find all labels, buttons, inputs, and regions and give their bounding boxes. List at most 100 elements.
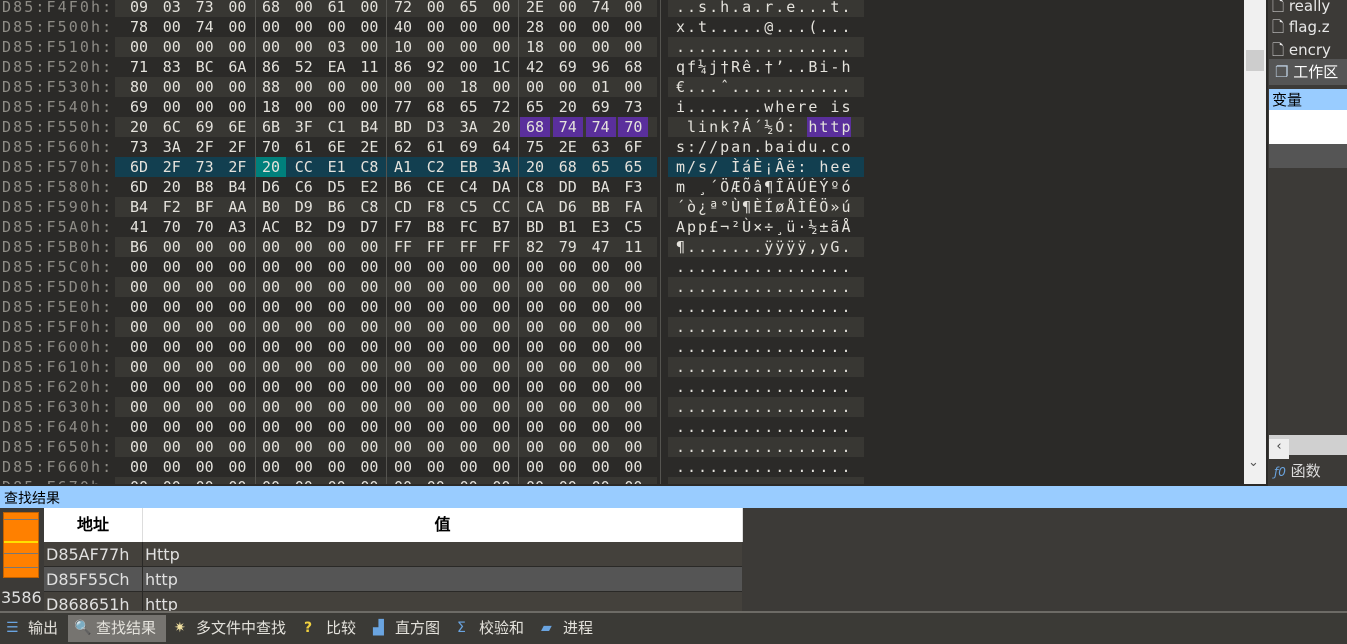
hex-byte[interactable]: 00 (553, 477, 583, 484)
hex-byte[interactable]: 00 (222, 377, 252, 397)
hex-byte[interactable]: 00 (322, 477, 352, 484)
hex-byte[interactable]: 00 (289, 397, 319, 417)
hex-byte[interactable]: B8 (190, 177, 220, 197)
hex-byte[interactable]: 2F (157, 157, 187, 177)
hex-byte[interactable]: 00 (586, 317, 616, 337)
hex-byte[interactable]: 65 (454, 0, 484, 17)
hex-byte[interactable]: 62 (388, 137, 418, 157)
hex-row[interactable]: D85:F510h: 00 00 00 00 00 00 03 00 10 00 00 00 18 00 00… (0, 37, 866, 57)
hex-byte[interactable]: 3A (157, 137, 187, 157)
hex-byte[interactable]: C5 (618, 217, 648, 237)
hex-row[interactable]: D85:F610h: 00 00 00 00 00 00 00 00 00 00 00 00 00 00 00… (0, 357, 866, 377)
hex-byte[interactable]: 80 (124, 77, 154, 97)
hex-byte[interactable]: 00 (486, 457, 516, 477)
hex-byte[interactable]: 00 (157, 257, 187, 277)
hex-byte[interactable]: 18 (454, 77, 484, 97)
hex-byte[interactable]: 00 (289, 237, 319, 257)
hex-byte[interactable]: 00 (124, 457, 154, 477)
hex-row[interactable]: D85:F4F0h: 09 03 73 00 68 00 61 00 72 00 65 00 2E 00 74… (0, 0, 866, 17)
hex-byte[interactable]: 00 (618, 297, 648, 317)
hex-byte[interactable]: 40 (388, 17, 418, 37)
hex-byte[interactable]: 00 (586, 297, 616, 317)
ascii-text[interactable]: ´ò¿ª°Ù¶ÈÍøÅÌÊÖ»ú (676, 197, 853, 217)
hex-byte[interactable]: 00 (289, 277, 319, 297)
hex-byte[interactable]: B4 (354, 117, 384, 137)
hex-byte[interactable]: 63 (586, 137, 616, 157)
hex-byte[interactable]: 00 (618, 277, 648, 297)
hex-byte[interactable]: 78 (124, 17, 154, 37)
hex-row[interactable]: D85:F5E0h: 00 00 00 00 00 00 00 00 00 00 00 00 00 00 00… (0, 297, 866, 317)
hex-byte[interactable]: DA (486, 177, 516, 197)
hex-byte[interactable]: 00 (157, 397, 187, 417)
hex-byte[interactable]: 00 (421, 337, 451, 357)
hex-editor-view[interactable]: D85:F4F0h: 09 03 73 00 68 00 61 00 72 00 65 00 2E 00 74… (0, 0, 1244, 484)
hex-byte[interactable]: 00 (289, 297, 319, 317)
hex-byte[interactable]: 86 (256, 57, 286, 77)
hex-byte[interactable]: 00 (157, 317, 187, 337)
hex-byte[interactable]: 00 (421, 77, 451, 97)
hex-byte[interactable]: 00 (421, 37, 451, 57)
hex-byte[interactable]: 00 (157, 417, 187, 437)
hex-byte[interactable]: 00 (454, 337, 484, 357)
hex-byte[interactable]: 00 (157, 97, 187, 117)
ascii-text[interactable]: ..s.h.a.r.e...t. (676, 0, 853, 17)
hex-byte[interactable]: 00 (454, 477, 484, 484)
hex-byte[interactable]: 00 (157, 277, 187, 297)
hex-byte[interactable]: 00 (618, 357, 648, 377)
hex-byte[interactable]: 72 (388, 0, 418, 17)
hex-byte[interactable]: 00 (421, 277, 451, 297)
hex-byte[interactable]: 00 (190, 297, 220, 317)
hex-byte[interactable]: 00 (190, 437, 220, 457)
hex-row[interactable]: D85:F5A0h: 41 70 70 A3 AC B2 D9 D7 F7 B8 FC B7 BD B1 E3… (0, 217, 866, 237)
hex-byte[interactable]: 00 (222, 0, 252, 17)
hex-byte[interactable]: B6 (124, 237, 154, 257)
hex-row[interactable]: D85:F670h:000000000000000000000000000000… (0, 477, 866, 484)
hex-byte[interactable]: 00 (190, 237, 220, 257)
hex-byte[interactable]: 00 (618, 317, 648, 337)
hex-byte[interactable]: 00 (289, 257, 319, 277)
hex-byte[interactable]: 00 (222, 417, 252, 437)
hex-byte[interactable]: 6D (124, 177, 154, 197)
hex-byte[interactable]: 00 (520, 457, 550, 477)
hex-byte[interactable]: 00 (454, 57, 484, 77)
hex-byte[interactable]: 00 (586, 337, 616, 357)
hex-byte[interactable]: 00 (222, 37, 252, 57)
hex-byte[interactable]: 00 (454, 437, 484, 457)
ascii-text[interactable]: ................ (676, 337, 853, 357)
hex-byte[interactable]: 00 (322, 377, 352, 397)
hex-byte[interactable]: 00 (618, 417, 648, 437)
functions-tab[interactable]: ƒ0 函数 (1268, 458, 1328, 484)
hex-byte[interactable]: 00 (486, 337, 516, 357)
hex-byte[interactable]: 00 (256, 237, 286, 257)
hex-byte[interactable]: 2F (222, 157, 252, 177)
hex-byte[interactable]: 2E (354, 137, 384, 157)
hex-byte[interactable]: 00 (289, 417, 319, 437)
hex-byte[interactable]: 69 (124, 97, 154, 117)
hex-byte[interactable]: FF (388, 237, 418, 257)
column-header-value[interactable]: 值 (143, 508, 743, 542)
hex-byte[interactable]: 00 (322, 337, 352, 357)
hex-byte[interactable]: 00 (520, 257, 550, 277)
hex-byte[interactable]: AC (256, 217, 286, 237)
hex-byte[interactable]: 00 (354, 317, 384, 337)
hex-byte[interactable]: 00 (421, 417, 451, 437)
hex-byte[interactable]: 00 (618, 17, 648, 37)
hex-byte[interactable]: 00 (354, 17, 384, 37)
hex-byte[interactable]: 00 (520, 297, 550, 317)
hex-byte[interactable]: 00 (190, 377, 220, 397)
hex-byte[interactable]: 00 (553, 0, 583, 17)
hex-byte[interactable]: 96 (586, 57, 616, 77)
hex-byte[interactable]: 11 (354, 57, 384, 77)
hex-row[interactable]: D85:F5F0h: 00 00 00 00 00 00 00 00 00 00 00 00 00 00 00… (0, 317, 866, 337)
hex-byte[interactable]: 88 (256, 77, 286, 97)
hex-byte[interactable]: 70 (618, 117, 649, 137)
hex-byte[interactable]: 42 (520, 57, 550, 77)
hex-byte[interactable]: 18 (520, 37, 550, 57)
hex-byte[interactable]: 00 (618, 77, 648, 97)
ascii-text[interactable]: ................ (676, 257, 853, 277)
hex-row[interactable]: D85:F5D0h: 00 00 00 00 00 00 00 00 00 00 00 00 00 00 00… (0, 277, 866, 297)
hex-byte[interactable]: 01 (586, 77, 616, 97)
hex-byte[interactable]: 00 (586, 457, 616, 477)
hex-row[interactable]: D85:F560h: 73 3A 2F 2F 70 61 6E 2E 62 61 69 64 75 2E 63… (0, 137, 866, 157)
hex-byte[interactable]: 00 (322, 257, 352, 277)
